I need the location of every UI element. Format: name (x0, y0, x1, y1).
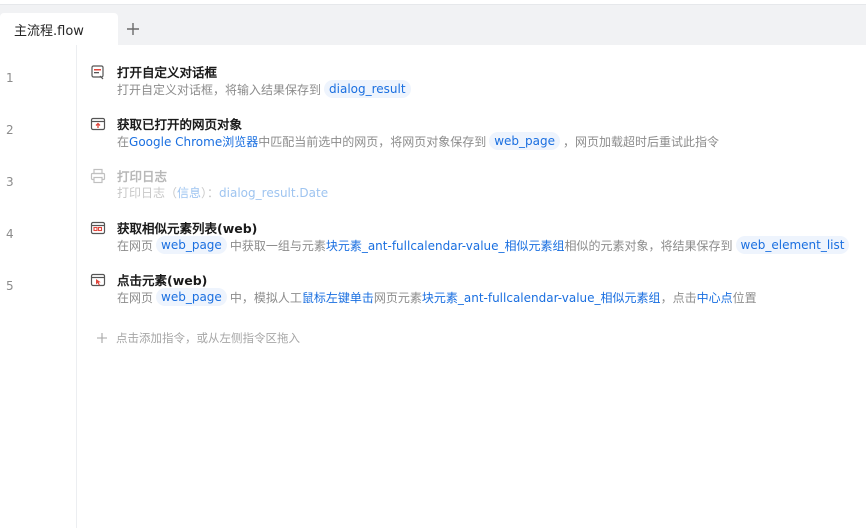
variable-chip[interactable]: web_element_list (735, 236, 850, 254)
desc-text: ，网页加载超时后重试此指令 (563, 134, 720, 149)
add-instruction-text: 点击添加指令，或从左侧指令区拖入 (116, 331, 300, 345)
add-tab-button[interactable] (122, 17, 144, 41)
add-instruction-hint[interactable]: 点击添加指令，或从左侧指令区拖入 (96, 330, 300, 346)
tab-main-flow[interactable]: 主流程.flow (0, 13, 118, 46)
plus-icon (127, 23, 139, 35)
similar-elements-icon (90, 221, 106, 235)
desc-text: 在网页 (117, 238, 154, 253)
desc-text: 在 (117, 134, 130, 149)
desc-text: 打开自定义对话框，将输入结果保存到 (117, 82, 322, 97)
flow-step-get-web-page[interactable]: 获取已打开的网页对象 在 Google Chrome浏览器 中匹配当前选中的网页… (90, 110, 860, 156)
desc-text: 相似的元素对象，将结果保存到 (564, 238, 733, 253)
log-level-link[interactable]: 信息 (177, 184, 201, 201)
desc-text: 网页元素 (373, 290, 422, 305)
variable-chip[interactable]: web_page (489, 132, 561, 150)
browser-window-icon (90, 117, 106, 131)
element-link[interactable]: 块元素_ant-fullcalendar-value_相似元素组 (326, 237, 565, 254)
desc-text: 中获取一组与元素 (229, 238, 326, 253)
line-number: 4 (6, 227, 14, 241)
desc-text: ）： (201, 186, 220, 200)
element-link[interactable]: 块元素_ant-fullcalendar-value_相似元素组 (422, 289, 661, 306)
desc-text: 中，模拟人工 (229, 290, 302, 305)
desc-text: 中匹配当前选中的网页，将网页对象保存到 (258, 134, 487, 149)
flow-step-click-element[interactable]: 点击元素(web) 在网页 web_page 中，模拟人工 鼠标左键单击 网页元… (90, 266, 860, 312)
browser-link[interactable]: Google Chrome浏览器 (129, 133, 258, 150)
desc-text: ，点击 (660, 290, 697, 305)
step-title: 打开自定义对话框 (117, 65, 218, 80)
step-title: 打印日志 (117, 169, 168, 184)
step-description: 在网页 web_page 中，模拟人工 鼠标左键单击 网页元素 块元素_ant-… (117, 288, 757, 306)
desc-text: 在网页 (117, 290, 154, 305)
click-position-link[interactable]: 中心点 (697, 289, 733, 306)
log-content-link[interactable]: dialog_result.Date (219, 186, 328, 200)
line-number: 1 (6, 71, 14, 85)
step-description: 打开自定义对话框，将输入结果保存到 dialog_result (117, 80, 414, 98)
plus-icon (97, 333, 107, 343)
line-number: 2 (6, 123, 14, 137)
variable-chip[interactable]: web_page (156, 236, 227, 254)
step-description: 在网页 web_page 中获取一组与元素 块元素_ant-fullcalend… (117, 236, 852, 254)
line-number: 5 (6, 279, 14, 293)
flow-step-open-dialog[interactable]: 打开自定义对话框 打开自定义对话框，将输入结果保存到 dialog_result (90, 58, 860, 104)
desc-text: 位置 (732, 290, 757, 305)
step-title: 点击元素(web) (117, 273, 208, 288)
step-description: 打印日志（ 信息 ）： dialog_result.Date (117, 184, 328, 201)
click-type-link[interactable]: 鼠标左键单击 (302, 289, 374, 306)
printer-icon (90, 168, 106, 184)
variable-chip[interactable]: dialog_result (324, 80, 411, 98)
flow-step-print-log[interactable]: 打印日志 打印日志（ 信息 ）： dialog_result.Date (90, 162, 860, 208)
flow-step-get-similar-elements[interactable]: 获取相似元素列表(web) 在网页 web_page 中获取一组与元素 块元素_… (90, 214, 860, 260)
desc-text: 打印日志（ (117, 186, 178, 200)
click-element-icon (90, 273, 106, 287)
tab-bar: 主流程.flow (0, 4, 866, 46)
variable-chip[interactable]: web_page (156, 288, 227, 306)
tab-label: 主流程.flow (14, 24, 84, 39)
step-title: 获取相似元素列表(web) (117, 221, 258, 236)
step-description: 在 Google Chrome浏览器 中匹配当前选中的网页，将网页对象保存到 w… (117, 132, 719, 150)
line-number: 3 (6, 175, 14, 189)
dialog-icon (91, 65, 104, 80)
step-title: 获取已打开的网页对象 (117, 117, 243, 132)
